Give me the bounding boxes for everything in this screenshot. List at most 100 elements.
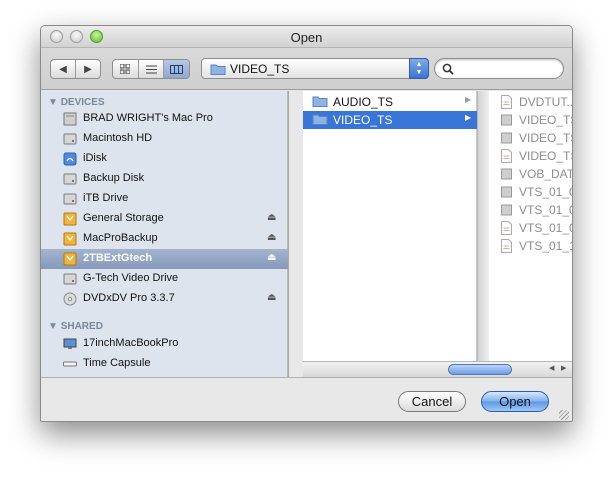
file-row-label: VIDEO_TS: [519, 113, 573, 127]
disc-icon: [63, 292, 77, 306]
devices-header[interactable]: ▼ DEVICES: [48, 97, 105, 108]
eject-icon[interactable]: ⏏: [267, 292, 276, 303]
sidebar-item-label: MacProBackup: [83, 232, 158, 244]
dialog-footer: Cancel Open: [41, 377, 572, 421]
folder-row-label: VIDEO_TS: [333, 113, 393, 127]
file-row[interactable]: DVDTUT...: [492, 93, 573, 112]
file-icon: [501, 113, 512, 130]
file-row[interactable]: VTS_01_0: [492, 183, 573, 202]
sidebar-item[interactable]: Time Capsule: [41, 354, 288, 374]
sidebar-item[interactable]: Backup Disk: [41, 169, 288, 189]
sidebar-item-label: Backup Disk: [83, 172, 145, 184]
sidebar-item[interactable]: iDisk: [41, 149, 288, 169]
document-icon: [501, 95, 512, 112]
column-view-icon[interactable]: [163, 60, 189, 78]
sidebar-item-label: BRAD WRIGHT's Mac Pro: [83, 112, 213, 124]
sidebar-item[interactable]: MacProBackup ⏏: [41, 229, 288, 249]
sidebar-item[interactable]: DVDxDV Pro 3.3.7 ⏏: [41, 289, 288, 309]
sidebar-item-label: DVDxDV Pro 3.3.7: [83, 292, 175, 304]
search-icon: [442, 63, 454, 75]
document-icon: [501, 149, 512, 166]
file-row[interactable]: VIDEO_TS: [492, 111, 573, 130]
window-title: Open: [290, 30, 323, 45]
cancel-button[interactable]: Cancel: [398, 391, 466, 412]
time-capsule-icon: [63, 357, 77, 371]
file-row-label: VTS_01_0: [519, 221, 573, 235]
location-label: VIDEO_TS: [230, 62, 290, 76]
sidebar-item[interactable]: iTB Drive: [41, 189, 288, 209]
horizontal-scroll-thumb[interactable]: [448, 364, 512, 375]
folder-row[interactable]: AUDIO_TS ▶: [303, 93, 477, 111]
sidebar-item-label: G-Tech Video Drive: [83, 272, 179, 284]
sidebar-item-label: iDisk: [83, 152, 107, 164]
eject-icon[interactable]: ⏏: [267, 212, 276, 223]
hard-disk-icon: [63, 172, 77, 186]
back-arrow-icon[interactable]: ◀: [51, 60, 75, 78]
idisk-icon: [63, 152, 77, 166]
file-row-label: VOB_DATA: [519, 167, 573, 181]
column-1-scrollbar[interactable]: [477, 91, 489, 361]
sidebar-item[interactable]: 17inchMacBookPro: [41, 334, 288, 354]
monitor-icon: [63, 337, 77, 351]
folder-icon: [210, 64, 226, 75]
file-row[interactable]: VIDEO_TS: [492, 129, 572, 148]
file-row-label: VTS_01_0: [519, 203, 573, 217]
title-bar: Open: [41, 26, 572, 48]
browser-column-1: AUDIO_TS ▶ VIDEO_TS ▶: [303, 91, 477, 361]
sidebar-item-label: 2TBExtGtech: [83, 252, 153, 264]
scroll-left-arrow-icon[interactable]: ◀: [549, 364, 554, 372]
hard-disk-icon: [63, 272, 77, 286]
folder-icon: [312, 95, 328, 110]
toolbar: ◀ ▶ VIDEO_TS ▲ ▼: [41, 48, 572, 90]
view-switcher: [112, 59, 190, 79]
file-row[interactable]: VTS_01_1: [492, 237, 573, 255]
sidebar-item[interactable]: G-Tech Video Drive: [41, 269, 288, 289]
browser-horizontal-scrollbar[interactable]: ◀ ▶: [303, 361, 572, 377]
disclosure-arrow-icon: ▶: [465, 95, 472, 104]
file-icon: [501, 185, 512, 202]
file-row[interactable]: VTS_01_0: [492, 219, 573, 238]
file-row-label: VTS_01_0: [519, 185, 573, 199]
resize-grip-icon[interactable]: [559, 410, 569, 420]
popup-chevron-icon: ▲ ▼: [409, 58, 429, 79]
list-view-icon[interactable]: [137, 60, 164, 78]
sidebar-item[interactable]: Macintosh HD: [41, 129, 288, 149]
sidebar: ▼ DEVICES ▼ SHARED ▲ ▼ BRAD WRIGHT's Mac…: [41, 91, 289, 377]
scroll-right-arrow-icon[interactable]: ▶: [561, 364, 566, 372]
external-drive-icon: [63, 252, 77, 266]
computer-icon: [63, 112, 77, 126]
history-nav: ◀ ▶: [50, 59, 101, 79]
file-row-label: VTS_01_1: [519, 239, 573, 253]
external-drive-icon: [63, 232, 77, 246]
sidebar-item-label: Time Capsule: [83, 357, 151, 369]
search-field[interactable]: [434, 58, 564, 79]
disclosure-arrow-icon: ▶: [465, 113, 472, 122]
external-drive-icon: [63, 212, 77, 226]
sidebar-item[interactable]: General Storage ⏏: [41, 209, 288, 229]
sidebar-item[interactable]: BRAD WRIGHT's Mac Pro: [41, 109, 288, 129]
file-icon: [501, 131, 512, 148]
sidebar-item-label: 17inchMacBookPro: [83, 337, 179, 349]
document-icon: [501, 221, 512, 238]
file-row-label: DVDTUT...: [519, 95, 573, 109]
location-popup[interactable]: VIDEO_TS ▲ ▼: [201, 58, 429, 79]
hard-disk-icon: [63, 192, 77, 206]
eject-icon[interactable]: ⏏: [267, 252, 276, 263]
file-row[interactable]: VOB_DATA: [492, 165, 573, 183]
file-row[interactable]: VTS_01_0: [492, 201, 573, 220]
sidebar-item-label: General Storage: [83, 212, 164, 224]
icon-view-icon[interactable]: [113, 60, 138, 78]
sidebar-item[interactable]: 2TBExtGtech ⏏: [41, 249, 288, 269]
shared-header[interactable]: ▼ SHARED: [48, 321, 103, 332]
forward-arrow-icon[interactable]: ▶: [75, 60, 100, 78]
file-icon: [501, 203, 512, 220]
hard-disk-icon: [63, 132, 77, 146]
open-button[interactable]: Open: [481, 391, 549, 412]
browser-column-2: DVDTUT... VIDEO_TS VIDEO_TS VIDEO_TS VOB_DAT…: [492, 91, 573, 361]
eject-icon[interactable]: ⏏: [267, 232, 276, 243]
column-browser: AUDIO_TS ▶ VIDEO_TS ▶ DVDTUT... VIDEO_TS VIDE…: [303, 91, 573, 377]
file-row[interactable]: VIDEO_TS: [492, 147, 572, 166]
sidebar-item-label: Macintosh HD: [83, 132, 153, 144]
search-input[interactable]: [459, 61, 557, 76]
folder-row[interactable]: VIDEO_TS ▶: [303, 111, 477, 129]
